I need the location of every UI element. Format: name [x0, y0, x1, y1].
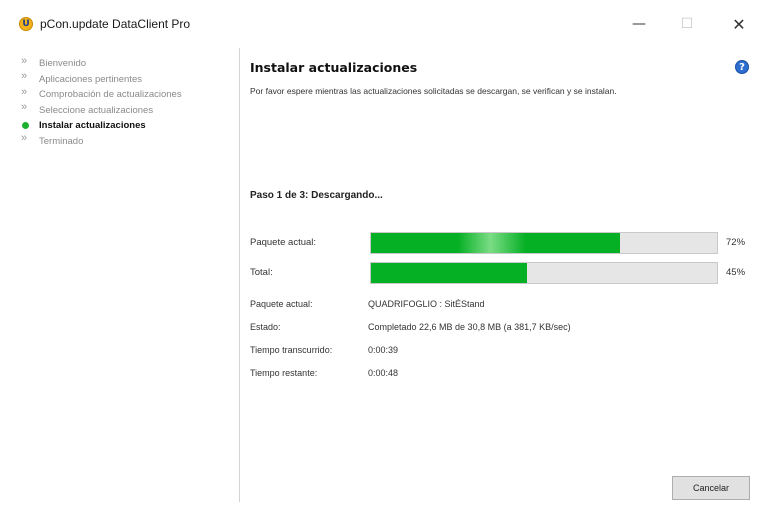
page-subtitle: Por favor espere mientras las actualizac…	[250, 86, 617, 96]
step-label: Seleccione actualizaciones	[39, 104, 154, 116]
close-button[interactable]: ✕	[724, 12, 754, 36]
title-bar[interactable]: U pCon.update DataClient Pro — ☐ ✕	[0, 0, 760, 44]
info-row-elapsed: Tiempo transcurrido: 0:00:39	[250, 338, 571, 361]
total-progress-row: Total: 45%	[250, 262, 760, 284]
step-item-aplicaciones: Aplicaciones pertinentes	[21, 70, 182, 88]
info-row-remaining: Tiempo restante: 0:00:48	[250, 361, 571, 384]
info-key: Tiempo transcurrido:	[250, 344, 333, 355]
step-label: Instalar actualizaciones	[39, 120, 146, 132]
progress-fill	[371, 263, 527, 283]
current-package-progress-row: Paquete actual: 72%	[250, 232, 760, 254]
progress-percent: 45%	[726, 267, 746, 278]
main-panel: Instalar actualizaciones ? Por favor esp…	[240, 48, 760, 502]
info-value: QUADRIFOGLIO : SitÉStand	[368, 298, 485, 309]
info-row-status: Estado: Completado 22,6 MB de 30,8 MB (a…	[250, 315, 571, 338]
window-title: pCon.update DataClient Pro	[40, 17, 191, 31]
step-item-seleccione: Seleccione actualizaciones	[21, 101, 182, 119]
current-step-dot-icon	[22, 122, 29, 130]
current-package-progress-bar	[370, 232, 718, 254]
step-label: Aplicaciones pertinentes	[39, 73, 142, 85]
progress-percent: 72%	[726, 237, 746, 248]
info-key: Paquete actual:	[250, 298, 313, 309]
info-key: Estado:	[250, 321, 281, 332]
download-info: Paquete actual: QUADRIFOGLIO : SitÉStand…	[250, 292, 571, 384]
info-value: 0:00:39	[368, 344, 399, 355]
step-arrow-icon	[21, 86, 30, 99]
step-item-instalar: Instalar actualizaciones	[22, 118, 182, 134]
progress-label: Paquete actual:	[250, 237, 317, 248]
step-label: Bienvenido	[39, 58, 87, 70]
step-arrow-icon	[21, 101, 30, 114]
step-item-bienvenido: Bienvenido	[21, 55, 182, 72]
step-arrow-icon	[21, 132, 30, 145]
step-arrow-icon	[21, 70, 30, 83]
app-logo-icon: U	[19, 17, 33, 31]
minimize-button[interactable]: —	[624, 12, 654, 36]
phase-label: Paso 1 de 3: Descargando...	[250, 190, 383, 201]
installer-window: U pCon.update DataClient Pro — ☐ ✕ Bienv…	[0, 0, 760, 507]
progress-fill	[371, 233, 621, 253]
step-label: Terminado	[39, 135, 84, 147]
progress-label: Total:	[250, 267, 273, 278]
wizard-steps-sidebar: Bienvenido Aplicaciones pertinentes Comp…	[0, 48, 240, 502]
step-item-terminado: Terminado	[21, 132, 182, 150]
info-key: Tiempo restante:	[250, 367, 318, 378]
info-value: Completado 22,6 MB de 30,8 MB (a 381,7 K…	[368, 321, 571, 332]
step-arrow-icon	[21, 55, 30, 68]
help-icon[interactable]: ?	[735, 60, 749, 74]
page-title: Instalar actualizaciones	[250, 60, 418, 75]
maximize-button[interactable]: ☐	[672, 12, 702, 36]
cancel-button[interactable]: Cancelar	[672, 476, 750, 500]
steps-list: Bienvenido Aplicaciones pertinentes Comp…	[21, 55, 182, 150]
info-value: 0:00:48	[368, 367, 399, 378]
step-label: Comprobación de actualizaciones	[39, 89, 182, 101]
info-row-package: Paquete actual: QUADRIFOGLIO : SitÉStand	[250, 292, 571, 315]
step-item-comprobacion: Comprobación de actualizaciones	[21, 86, 182, 103]
total-progress-bar	[370, 262, 718, 284]
